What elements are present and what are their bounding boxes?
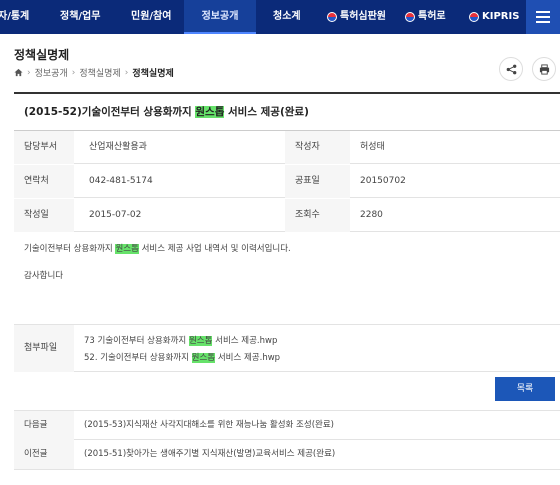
- file-highlight: 원스톱: [191, 353, 216, 363]
- attachment-file-link[interactable]: 73 기술이전부터 상용화까지 원스톱 서비스 제공.hwp: [84, 334, 277, 346]
- prev-post-label: 이전글: [14, 440, 74, 469]
- file-highlight: 원스톱: [188, 336, 213, 346]
- attachment-section: 첨부파일 73 기술이전부터 상용화까지 원스톱 서비스 제공.hwp 52. …: [14, 324, 560, 372]
- next-post-row[interactable]: 다음글 (2015-53)지식재산 사각지대해소를 위한 재능나눔 활성화 조성…: [14, 410, 560, 440]
- prev-post-link[interactable]: (2015-51)찾아가는 생애주기별 지식재산(발명)교육서비스 제공(완료): [84, 440, 335, 469]
- info-row: 담당부서 산업재산활용과 작성자 허성태: [14, 131, 560, 164]
- views-label: 조회수: [285, 199, 350, 232]
- pubdate-value: 20150702: [360, 176, 406, 186]
- dept-label: 담당부서: [14, 131, 74, 164]
- nav-item-civil[interactable]: 민원/참여: [131, 0, 187, 34]
- body-highlight: 원스톱: [115, 244, 139, 254]
- breadcrumb-current: 정책실명제: [132, 69, 174, 79]
- top-navigation: 자/통계 정책/업무 민원/참여 정보공개 청소계 특허심판원 특허로 KIPR…: [0, 0, 560, 34]
- info-row: 연락처 042-481-5174 공표일 20150702: [14, 165, 560, 198]
- link-kipris[interactable]: KIPRIS: [469, 0, 519, 34]
- author-label: 작성자: [285, 131, 350, 164]
- body-text: 서비스 제공 사업 내역서 및 이력서입니다.: [138, 244, 291, 254]
- created-value: 2015-07-02: [89, 210, 142, 220]
- share-icon: [506, 64, 516, 74]
- taeguk-logo-icon: [327, 12, 337, 22]
- breadcrumb-item[interactable]: 정책실명제: [79, 66, 120, 79]
- prev-post-row[interactable]: 이전글 (2015-51)찾아가는 생애주기별 지식재산(발명)교육서비스 제공…: [14, 440, 560, 470]
- breadcrumb: › 정보공개 › 정책실명제 › 정책실명제: [14, 66, 174, 79]
- nav-item-policy[interactable]: 정책/업무: [60, 0, 110, 34]
- title-text: (2015-52)기술이전부터 상용화까지: [24, 106, 196, 118]
- policy-article: (2015-52)기술이전부터 상용화까지 원스톱 서비스 제공(완료) 담당부…: [14, 92, 560, 470]
- nav-item-other[interactable]: 청소계: [273, 0, 313, 34]
- title-highlight: 원스톱: [195, 106, 225, 118]
- dept-value: 산업재산활용과: [89, 142, 147, 152]
- nav-item-statistics[interactable]: 자/통계: [0, 0, 50, 34]
- link-patent-tribunal[interactable]: 특허심판원: [327, 0, 386, 34]
- article-body: 기술이전부터 상용화까지 원스톱 서비스 제공 사업 내역서 및 이력서입니다.: [24, 242, 291, 254]
- pubdate-label: 공표일: [285, 165, 350, 198]
- views-value: 2280: [360, 210, 383, 220]
- info-row: 작성일 2015-07-02 조회수 2280: [14, 199, 560, 232]
- file-text: 서비스 제공.hwp: [212, 336, 278, 346]
- file-text: 52. 기술이전부터 상용화까지: [84, 353, 192, 363]
- attachment-label: 첨부파일: [14, 325, 74, 372]
- breadcrumb-separator: ›: [124, 67, 129, 78]
- page-title: 정책실명제: [14, 48, 70, 62]
- nav-item-info-disclosure[interactable]: 정보공개: [184, 0, 256, 34]
- home-icon[interactable]: [14, 68, 23, 77]
- share-button[interactable]: [499, 57, 523, 81]
- taeguk-logo-icon: [405, 12, 415, 22]
- file-text: 73 기술이전부터 상용화까지: [84, 336, 189, 346]
- link-label: 특허심판원: [340, 11, 386, 22]
- contact-label: 연락처: [14, 165, 74, 198]
- author-value: 허성태: [360, 142, 385, 152]
- title-text: 서비스 제공(완료): [224, 106, 309, 118]
- print-icon: [539, 63, 549, 75]
- file-text: 서비스 제공.hwp: [215, 353, 281, 363]
- breadcrumb-separator: ›: [71, 67, 76, 78]
- link-label: KIPRIS: [482, 11, 520, 22]
- next-post-label: 다음글: [14, 411, 74, 440]
- list-button[interactable]: 목록: [495, 377, 555, 401]
- body-text: 기술이전부터 상용화까지: [24, 244, 116, 254]
- breadcrumb-item[interactable]: 정보공개: [35, 66, 68, 79]
- link-label: 특허로: [418, 11, 446, 22]
- next-post-link[interactable]: (2015-53)지식재산 사각지대해소를 위한 재능나눔 활성화 조성(완료): [84, 411, 334, 440]
- article-closing: 감사합니다: [24, 271, 64, 281]
- created-label: 작성일: [14, 199, 74, 232]
- article-title: (2015-52)기술이전부터 상용화까지 원스톱 서비스 제공(완료): [14, 94, 560, 131]
- hamburger-menu-icon[interactable]: [526, 0, 560, 34]
- link-patent-ro[interactable]: 특허로: [405, 0, 446, 34]
- taeguk-logo-icon: [469, 12, 479, 22]
- print-button[interactable]: [532, 57, 556, 81]
- breadcrumb-separator: ›: [27, 67, 31, 78]
- contact-value: 042-481-5174: [89, 176, 153, 186]
- attachment-file-link[interactable]: 52. 기술이전부터 상용화까지 원스톱 서비스 제공.hwp: [84, 351, 280, 363]
